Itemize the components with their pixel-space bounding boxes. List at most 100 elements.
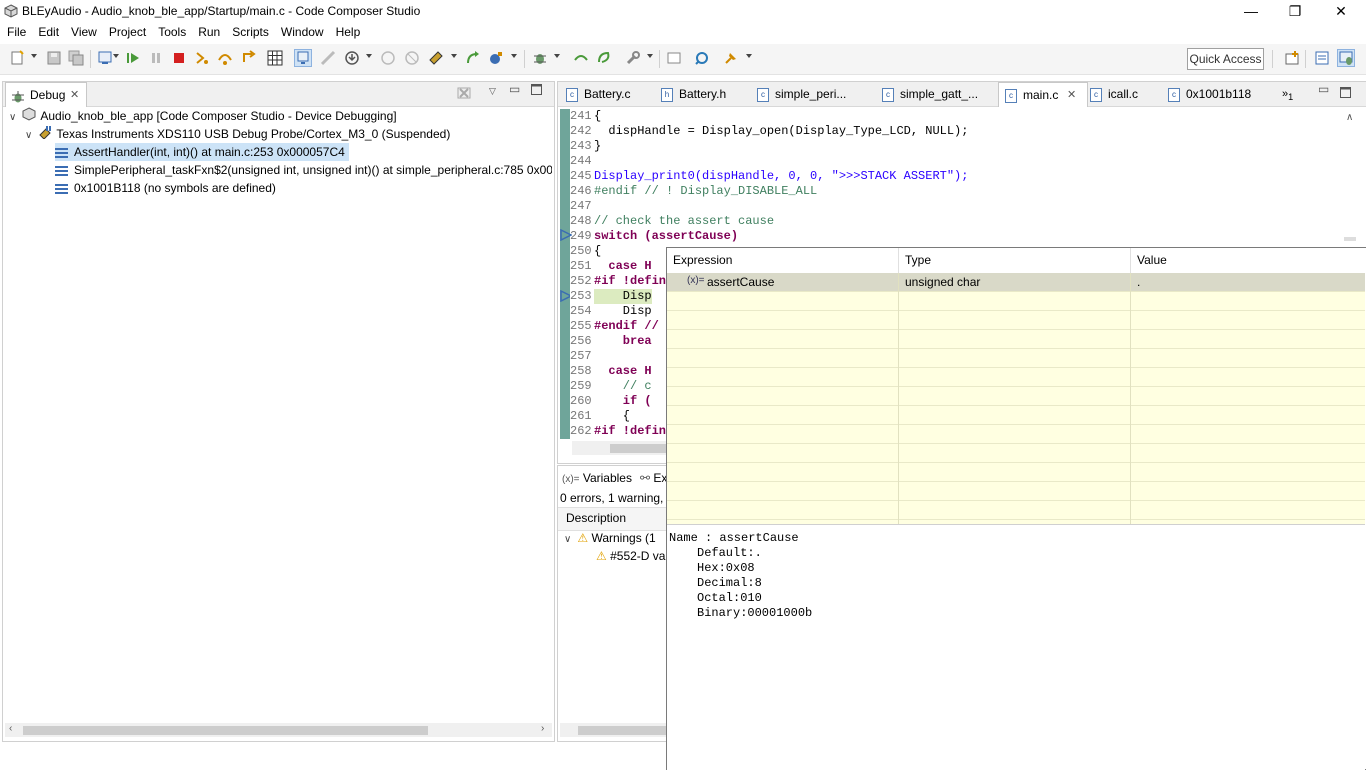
menu-edit[interactable]: Edit — [31, 22, 64, 42]
menu-window[interactable]: Window — [274, 22, 329, 42]
chevron-down-icon[interactable]: ∨ — [25, 127, 35, 145]
code-line[interactable]: 255 #endif // — [570, 319, 659, 334]
step-return-icon[interactable] — [240, 50, 256, 66]
run-external-icon[interactable] — [465, 50, 481, 66]
remove-all-terminated-icon[interactable] — [456, 85, 472, 104]
column-type[interactable]: Type — [899, 248, 1131, 273]
tab-close-icon[interactable]: ✕ — [1067, 83, 1076, 107]
tool-wrench-dropdown-icon[interactable] — [647, 54, 653, 58]
save-all-icon[interactable] — [68, 50, 84, 66]
code-line[interactable]: 260 if ( — [570, 394, 652, 409]
code-line[interactable]: 248// check the assert cause — [570, 214, 774, 229]
terminal-icon[interactable] — [666, 50, 682, 66]
code-line[interactable]: 254 Disp — [570, 304, 652, 319]
connect-target-icon[interactable] — [294, 49, 312, 67]
minimize-view-icon[interactable]: ▭ — [1318, 82, 1329, 96]
warning-item[interactable]: ⚠ #552-D va — [596, 549, 665, 563]
code-line[interactable]: 258 case H — [570, 364, 652, 379]
code-line[interactable]: 246 #endif // ! Display_DISABLE_ALL — [570, 184, 817, 199]
tab-close-icon[interactable]: ✕ — [70, 83, 79, 107]
chevron-down-icon[interactable]: ∨ — [9, 109, 19, 127]
build-icon[interactable] — [428, 50, 444, 66]
reset-cpu-icon[interactable] — [380, 50, 396, 66]
scroll-right-icon[interactable]: › — [541, 723, 544, 734]
editor-tab-main-c[interactable]: c main.c ✕ — [998, 82, 1088, 107]
tab-overflow-button[interactable]: »1 — [1282, 82, 1293, 106]
code-line[interactable]: 252 #if !defin — [570, 274, 666, 289]
minimize-button[interactable]: — — [1228, 0, 1274, 22]
editor-tab-battery-c[interactable]: c Battery.c — [566, 82, 630, 106]
save-icon[interactable] — [46, 50, 62, 66]
external-tools-dropdown-icon[interactable] — [511, 54, 517, 58]
menu-run[interactable]: Run — [191, 22, 225, 42]
code-line[interactable]: 249 switch (assertCause) — [570, 229, 738, 244]
maximize-view-icon[interactable] — [531, 84, 542, 98]
menu-help[interactable]: Help — [329, 22, 366, 42]
tool-wrench-icon[interactable] — [625, 50, 641, 66]
editor-tab-simple-peripheral[interactable]: c simple_peri... — [757, 82, 846, 106]
column-value[interactable]: Value — [1131, 248, 1365, 273]
horizontal-scrollbar[interactable]: ‹ › — [5, 723, 552, 737]
open-perspective-icon[interactable] — [1284, 50, 1300, 66]
disconnect-icon[interactable] — [320, 50, 336, 66]
quick-access-field[interactable]: Quick Access — [1187, 48, 1264, 70]
code-line[interactable]: 261 { — [570, 409, 630, 424]
scrollbar-thumb[interactable] — [23, 726, 428, 735]
step-into-icon[interactable] — [194, 50, 210, 66]
expression-row[interactable]: (x)= assertCause unsigned char . — [667, 273, 1365, 292]
scroll-up-icon[interactable]: ∧ — [1346, 112, 1353, 123]
maximize-view-icon[interactable] — [1340, 87, 1351, 101]
column-expression[interactable]: Expression — [667, 248, 899, 273]
code-line[interactable]: 251 case H — [570, 259, 652, 274]
perspective-edit-icon[interactable] — [1314, 50, 1330, 66]
tree-target[interactable]: ∨ Texas Instruments XDS110 USB Debug Pro… — [25, 125, 450, 143]
vertical-scrollbar-thumb[interactable] — [1344, 237, 1356, 241]
memory-grid-icon[interactable] — [267, 50, 283, 66]
restore-button[interactable]: ❐ — [1272, 0, 1318, 22]
close-button[interactable]: ✕ — [1318, 0, 1364, 22]
perspective-debug-icon[interactable] — [1337, 49, 1355, 67]
code-line[interactable]: 259 // c — [570, 379, 652, 394]
code-line[interactable]: 256 brea — [570, 334, 652, 349]
build-dropdown-icon[interactable] — [451, 54, 457, 58]
code-line[interactable]: 262 #if !defin — [570, 424, 666, 439]
code-line-current[interactable]: 253 Disp — [570, 289, 652, 304]
tab-expressions[interactable]: ⚯ Ex — [640, 469, 667, 487]
menu-file[interactable]: File — [0, 22, 31, 42]
code-line[interactable]: 241{ — [570, 109, 601, 124]
code-line[interactable]: 243} — [570, 139, 601, 154]
editor-tab-simple-gatt[interactable]: c simple_gatt_... — [882, 82, 978, 106]
editor-horizontal-scrollbar[interactable] — [572, 441, 668, 455]
restart-icon[interactable] — [404, 50, 420, 66]
editor-tab-address[interactable]: c 0x1001b118 — [1168, 82, 1251, 106]
stack-frame[interactable]: AssertHandler(int, int)() at main.c:253 … — [55, 143, 349, 161]
search-icon[interactable] — [694, 50, 710, 66]
code-line[interactable]: 244 — [570, 154, 594, 169]
tab-variables[interactable]: (x)= Variables — [562, 469, 632, 487]
menu-tools[interactable]: Tools — [151, 22, 191, 42]
pin-dropdown-icon[interactable] — [746, 54, 752, 58]
step-assembly-over-icon[interactable] — [573, 50, 589, 66]
step-over-icon[interactable] — [217, 50, 233, 66]
debug-bug-icon[interactable] — [532, 50, 548, 66]
code-line[interactable]: 245 Display_print0(dispHandle, 0, 0, ">>>… — [570, 169, 968, 184]
code-line[interactable]: 242 dispHandle = Display_open(Display_Ty… — [570, 124, 968, 139]
editor-tab-battery-h[interactable]: h Battery.h — [661, 82, 726, 106]
scrollbar-thumb[interactable] — [610, 444, 666, 453]
suspend-icon[interactable] — [148, 50, 164, 66]
scroll-left-icon[interactable]: ‹ — [9, 723, 12, 734]
menu-project[interactable]: Project — [102, 22, 151, 42]
column-description[interactable]: Description — [566, 511, 626, 525]
editor-tab-icall-c[interactable]: c icall.c — [1090, 82, 1138, 106]
step-assembly-into-icon[interactable] — [596, 50, 612, 66]
stack-frame[interactable]: 0x1001B118 (no symbols are defined) — [55, 179, 276, 197]
load-program-dropdown-icon[interactable] — [366, 54, 372, 58]
chevron-down-icon[interactable]: ∨ — [564, 534, 574, 545]
code-line[interactable]: 250{ — [570, 244, 601, 259]
stack-frame[interactable]: SimplePeripheral_taskFxn$2(unsigned int,… — [55, 161, 552, 179]
external-tools-icon[interactable] — [488, 50, 504, 66]
pin-icon[interactable] — [723, 50, 739, 66]
resume-icon[interactable] — [125, 50, 141, 66]
new-icon[interactable] — [9, 50, 25, 66]
view-menu-icon[interactable]: ▽ — [489, 86, 496, 97]
